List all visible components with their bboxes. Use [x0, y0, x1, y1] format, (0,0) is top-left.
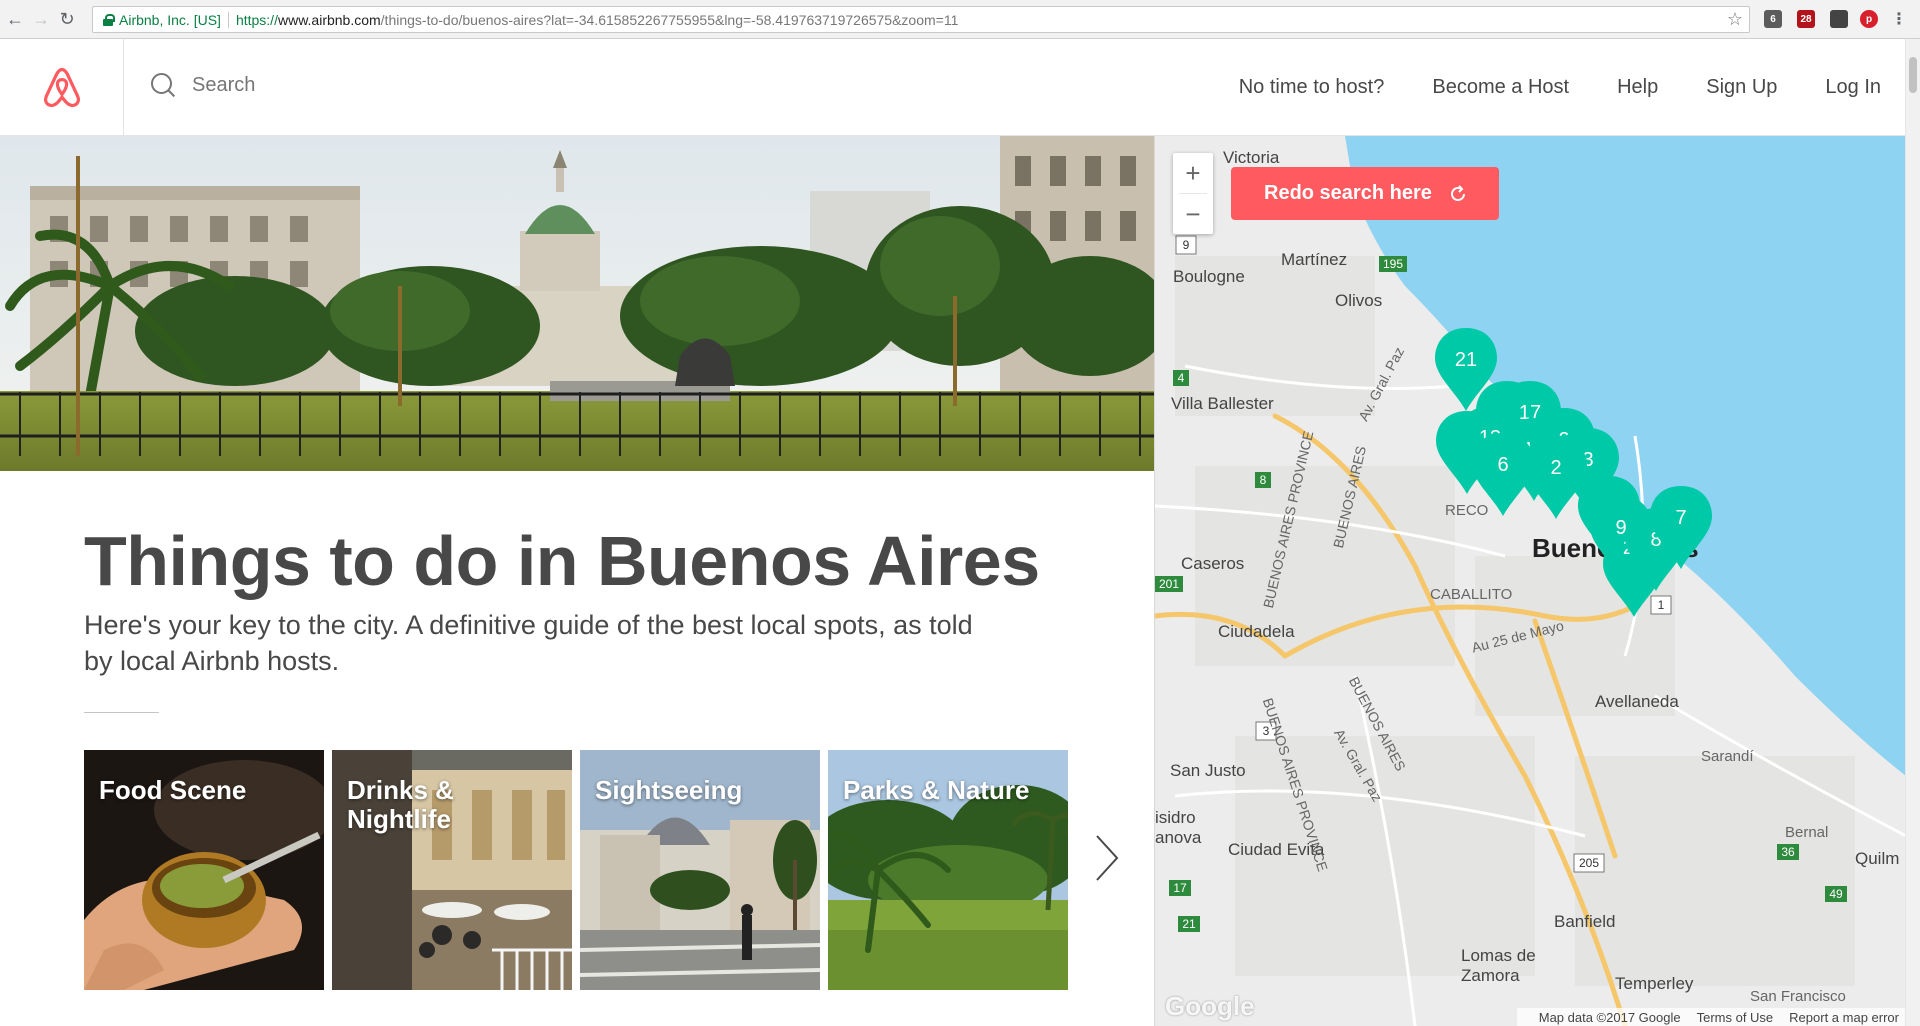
map-place-label: Sarandí — [1701, 748, 1754, 765]
lock-icon — [103, 14, 115, 26]
header-nav: No time to host? Become a Host Help Sign… — [1191, 39, 1881, 135]
map-place-label: Boulogne — [1173, 267, 1245, 286]
map-panel[interactable]: 195 9 4 8 201 3 1 205 36 49 17 21 Victor… — [1154, 136, 1905, 1026]
map-attribution: Map data ©2017 Google Terms of Use Repor… — [1516, 1008, 1905, 1026]
airbnb-logo[interactable] — [0, 39, 124, 135]
map-place-label: CABALLITO — [1430, 586, 1513, 603]
forward-icon[interactable]: → — [30, 8, 52, 30]
google-logo: Google — [1165, 991, 1255, 1021]
map-place-label: Victoria — [1223, 148, 1280, 167]
redo-search-button[interactable]: Redo search here — [1231, 167, 1499, 220]
route-shield: 17 — [1173, 881, 1187, 895]
address-divider — [227, 11, 229, 28]
category-card-label: Drinks & Nightlife — [347, 775, 454, 834]
carousel-next-icon[interactable] — [1094, 833, 1120, 883]
log-in-link[interactable]: Log In — [1825, 76, 1881, 99]
route-shield: 21 — [1182, 917, 1196, 931]
refresh-icon — [1450, 184, 1465, 201]
map-place-label: Avellaneda — [1595, 692, 1679, 711]
route-shield: 36 — [1781, 845, 1795, 859]
search-input[interactable] — [192, 73, 592, 97]
category-card-label: Sightseeing — [595, 775, 743, 805]
map-place-label: San Francisco — [1750, 988, 1846, 1005]
category-card-label: Parks & Nature — [843, 775, 1030, 805]
category-card-food-scene[interactable]: Food Scene — [84, 750, 324, 990]
report-map-error-link[interactable]: Report a map error — [1789, 1010, 1899, 1025]
address-bar[interactable]: Airbnb, Inc. [US] https://www.airbnb.com… — [92, 6, 1750, 33]
map-data-credit: Map data ©2017 Google — [1538, 1009, 1681, 1025]
map-zoom-controls: + − — [1173, 153, 1213, 234]
page-subtitle: Here's your key to the city. A definitiv… — [84, 610, 973, 676]
page-title: Things to do in Buenos Aires — [84, 522, 1040, 600]
airbnb-belo-icon — [43, 67, 80, 108]
category-card-sightseeing[interactable]: Sightseeing — [580, 750, 820, 990]
map-place-label: isidro — [1155, 808, 1196, 827]
map-place-label: Lomas de Zamora — [1461, 946, 1536, 985]
map-place-label-city: Buenos Aires — [1532, 533, 1699, 563]
scrollbar-thumb[interactable] — [1909, 57, 1917, 93]
route-shield: 205 — [1579, 856, 1599, 870]
map-place-label: Banfield — [1554, 912, 1616, 931]
redo-search-label: Redo search here — [1264, 182, 1432, 204]
map-place-label: Ciudadela — [1218, 622, 1295, 641]
route-shield: 9 — [1183, 238, 1190, 252]
bookmark-star-icon[interactable]: ☆ — [1727, 9, 1743, 30]
map-place-label: anova — [1155, 828, 1202, 847]
site-header: No time to host? Become a Host Help Sign… — [0, 39, 1905, 136]
category-carousel: Food Scene Drinks & Nightlife Sightseein… — [84, 750, 1076, 990]
browser-toolbar: ← → ↻ Airbnb, Inc. [US] https://www.airb… — [0, 0, 1920, 39]
route-shield: 4 — [1178, 371, 1185, 385]
page-scrollbar[interactable] — [1905, 39, 1920, 1026]
url-scheme: https:// — [235, 11, 278, 28]
hero-image — [0, 136, 1154, 471]
zoom-out-button[interactable]: − — [1173, 194, 1213, 234]
search-bar — [150, 72, 592, 98]
map-place-label: Olivos — [1335, 291, 1383, 310]
extension-badge: 28 — [1800, 13, 1812, 25]
hero-photo-congress — [0, 136, 1154, 471]
route-shield: 195 — [1383, 257, 1403, 271]
search-icon — [150, 72, 176, 98]
zoom-in-button[interactable]: + — [1173, 153, 1213, 193]
pocket-icon[interactable] — [1830, 10, 1848, 28]
guide-content: Things to do in Buenos Aires Here's your… — [0, 471, 1154, 1026]
route-shield: 1 — [1658, 598, 1665, 612]
adblock-extension-icon[interactable]: 28 — [1797, 10, 1815, 28]
route-shield: 8 — [1260, 473, 1267, 487]
sign-up-link[interactable]: Sign Up — [1706, 76, 1777, 99]
map-place-label: Martínez — [1281, 250, 1348, 269]
category-card-label: Food Scene — [99, 775, 247, 805]
map-place-label: Caseros — [1181, 554, 1245, 573]
map-place-label: RECO — [1445, 502, 1489, 519]
url-path: /things-to-do/buenos-aires?lat=-34.61585… — [380, 11, 959, 28]
map-place-label: Quilm — [1855, 849, 1900, 868]
url-host: www.airbnb.com — [277, 11, 381, 28]
help-link[interactable]: Help — [1617, 76, 1658, 99]
terms-of-use-link[interactable]: Terms of Use — [1697, 1010, 1774, 1025]
route-shield: 49 — [1829, 887, 1843, 901]
map-place-label: Bernal — [1785, 824, 1829, 841]
divider — [84, 712, 159, 713]
extension-icon[interactable]: 6 — [1764, 10, 1782, 28]
map-place-label: San Justo — [1170, 761, 1246, 780]
become-a-host-link[interactable]: Become a Host — [1432, 76, 1569, 99]
back-icon[interactable]: ← — [4, 8, 26, 30]
category-card-drinks-nightlife[interactable]: Drinks & Nightlife — [332, 750, 572, 990]
menu-kebab-icon[interactable]: ⋮ — [1890, 10, 1908, 28]
pinterest-icon[interactable]: p — [1860, 10, 1878, 28]
ev-certificate-label[interactable]: Airbnb, Inc. [US] — [119, 12, 221, 28]
extension-badge: 6 — [1770, 13, 1776, 25]
map-place-label: Villa Ballester — [1171, 394, 1274, 413]
no-time-to-host-link[interactable]: No time to host? — [1239, 76, 1385, 99]
route-shield: 201 — [1159, 577, 1179, 591]
map-place-label: Temperley — [1615, 974, 1694, 993]
category-card-parks-nature[interactable]: Parks & Nature — [828, 750, 1068, 990]
reload-icon[interactable]: ↻ — [56, 8, 78, 30]
